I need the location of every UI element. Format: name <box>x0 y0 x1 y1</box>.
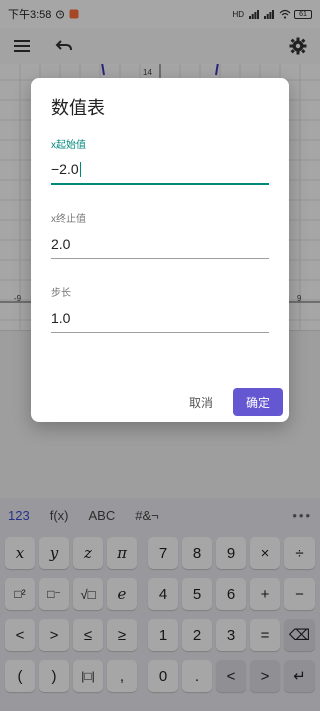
start-value-label: x起始值 <box>51 140 86 151</box>
confirm-button[interactable]: 确定 <box>233 388 283 416</box>
end-value-field[interactable]: x终止值 2.0 <box>51 210 269 259</box>
end-value-input[interactable]: 2.0 <box>51 235 269 259</box>
step-input[interactable]: 1.0 <box>51 309 269 333</box>
dialog-title: 数值表 <box>51 98 105 118</box>
step-label: 步长 <box>51 288 71 299</box>
end-value-label: x终止值 <box>51 214 86 225</box>
start-value-text: −2.0 <box>51 161 79 177</box>
cancel-button[interactable]: 取消 <box>181 388 221 416</box>
table-of-values-dialog: 数值表 x起始值 −2.0 x终止值 2.0 步长 1.0 取消 确定 <box>31 78 289 422</box>
start-value-input[interactable]: −2.0 <box>51 161 269 185</box>
start-value-field[interactable]: x起始值 −2.0 <box>51 136 269 185</box>
step-field[interactable]: 步长 1.0 <box>51 284 269 333</box>
text-caret <box>79 161 81 177</box>
